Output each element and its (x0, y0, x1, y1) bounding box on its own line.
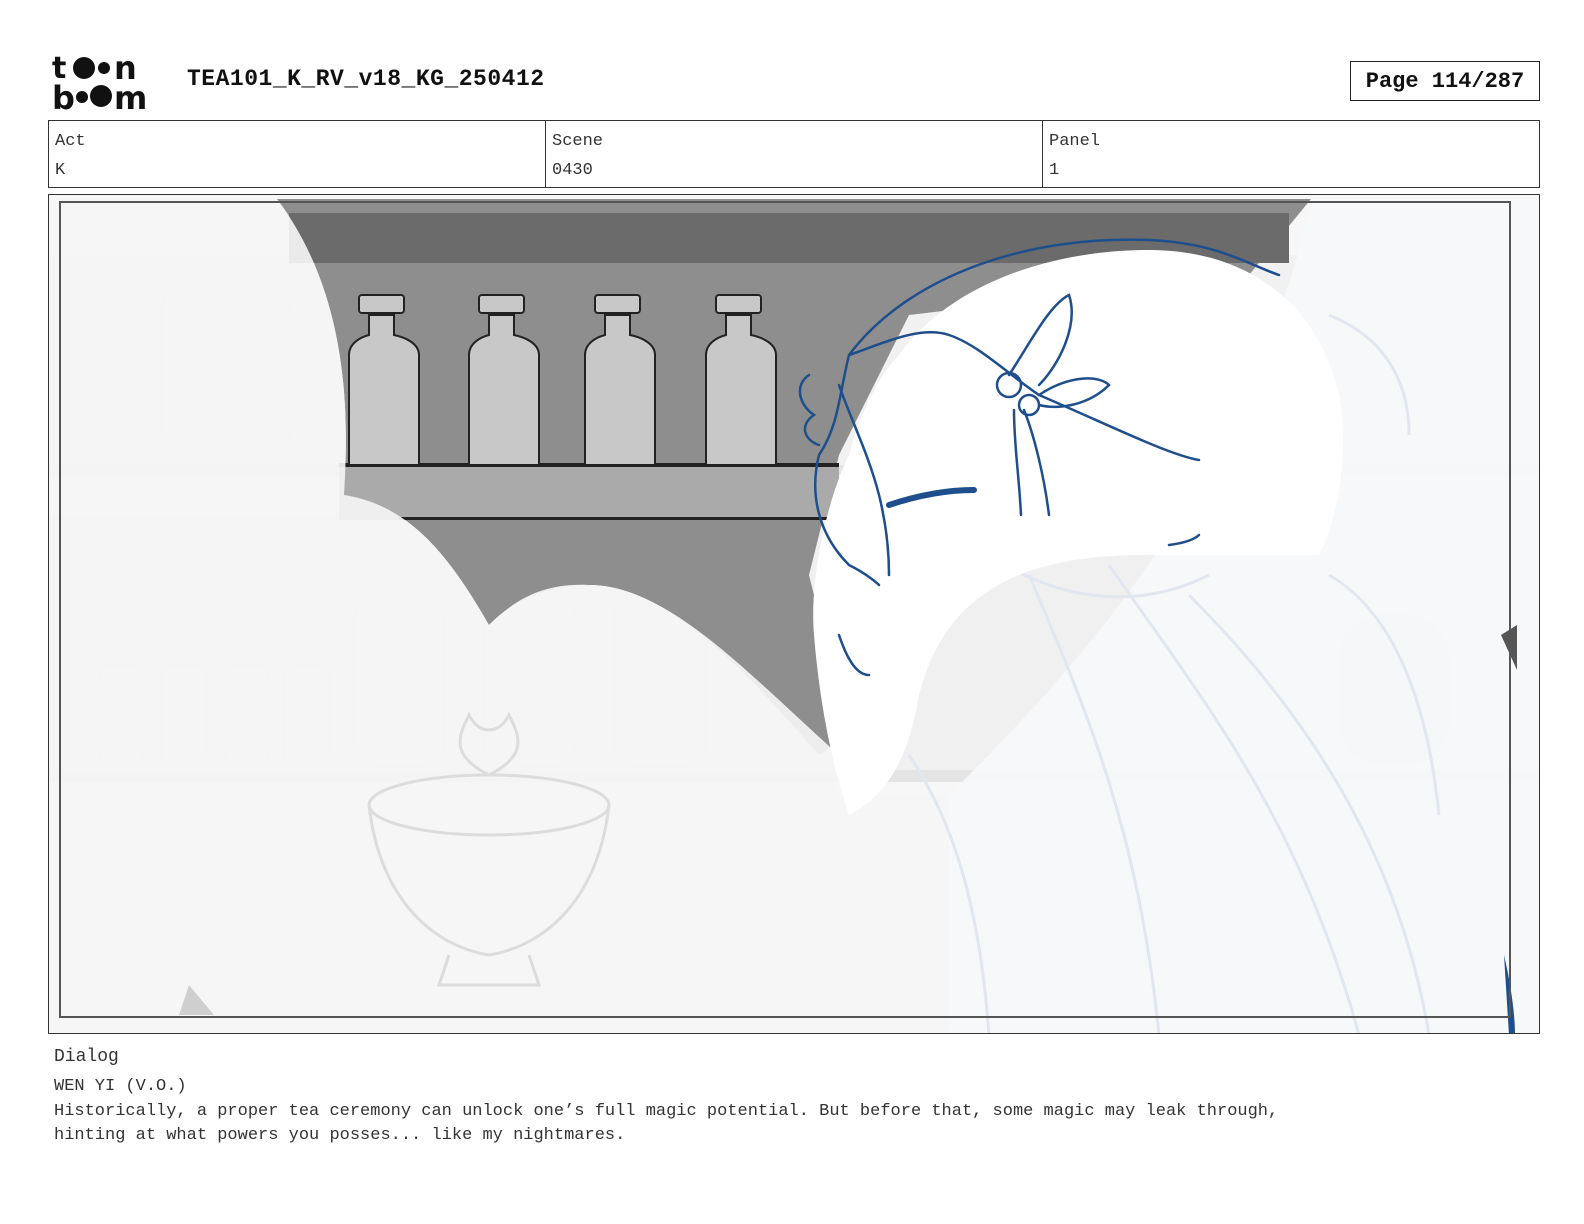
panel-cell: Panel 1 (1043, 121, 1539, 187)
toon-boom-logo: t n b m (52, 50, 147, 112)
act-label: Act (55, 132, 86, 151)
dialog-speaker: WEN YI (V.O.) (54, 1077, 187, 1096)
svg-text:b: b (52, 79, 75, 112)
svg-text:m: m (114, 79, 147, 112)
dialog-text: Historically, a proper tea ceremony can … (54, 1102, 1279, 1145)
scene-info-table: Act K Scene 0430 Panel 1 (48, 120, 1540, 188)
storyboard-panel (48, 194, 1540, 1034)
panel-value: 1 (1049, 161, 1060, 180)
document-title: TEA101_K_RV_v18_KG_250412 (187, 66, 545, 92)
act-value: K (55, 161, 66, 180)
dialog-label: Dialog (54, 1047, 119, 1067)
act-cell: Act K (49, 121, 546, 187)
page-indicator: Page 114/287 (1350, 61, 1540, 101)
scene-label: Scene (552, 132, 604, 151)
scene-value: 0430 (552, 161, 593, 180)
panel-label: Panel (1049, 132, 1101, 151)
panel-artwork (49, 195, 1539, 1033)
scene-cell: Scene 0430 (546, 121, 1043, 187)
